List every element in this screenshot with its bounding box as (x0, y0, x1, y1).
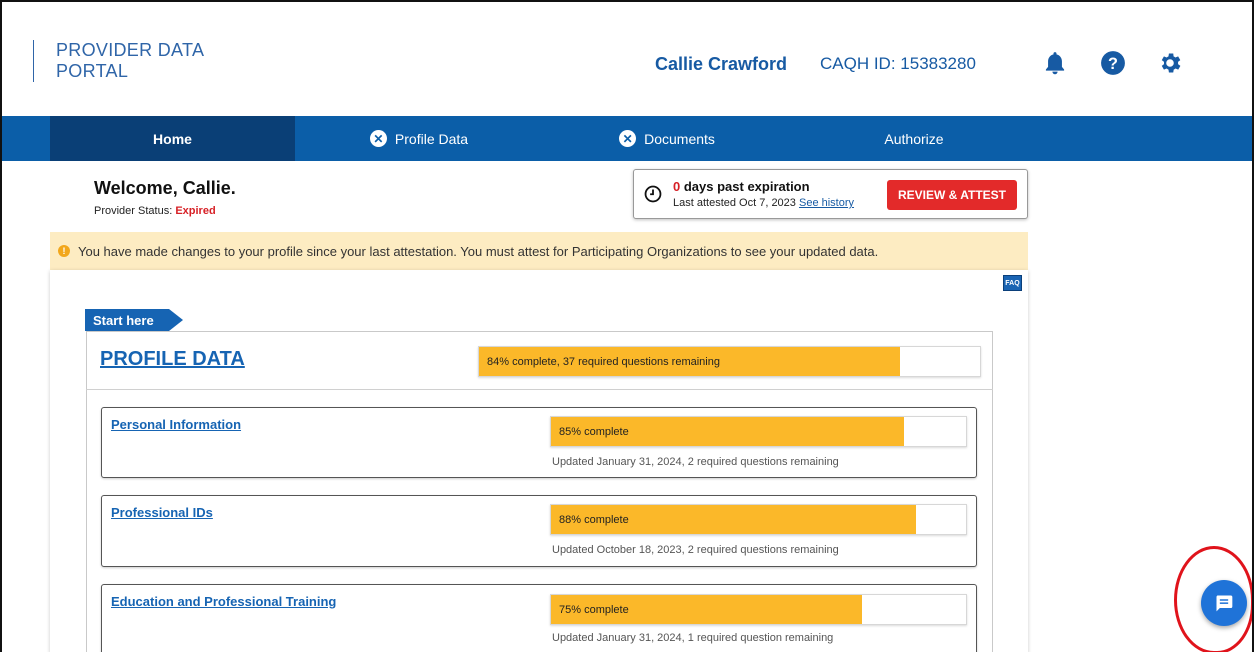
section-personal-information: Personal Information 85% complete Update… (101, 407, 977, 478)
tab-home[interactable]: Home (50, 116, 295, 161)
review-attest-button[interactable]: REVIEW & ATTEST (887, 180, 1017, 210)
section-updated-text: Updated January 31, 2024, 1 required que… (552, 632, 834, 644)
last-attested: Last attested Oct 7, 2023 See history (673, 197, 854, 209)
section-professional-ids: Professional IDs 88% complete Updated Oc… (101, 495, 977, 567)
section-updated-text: Updated October 18, 2023, 2 required que… (552, 544, 839, 556)
expiration-days-text: days past expiration (683, 179, 810, 194)
expiration-days: 0 (673, 179, 681, 194)
status-badge: Expired (175, 205, 216, 217)
profile-data-link[interactable]: PROFILE DATA (100, 348, 245, 371)
tab-profile-data[interactable]: ✕ Profile Data (295, 116, 543, 161)
profile-progress-label: 84% complete, 37 required questions rema… (487, 355, 720, 368)
user-name[interactable]: Callie Crawford (655, 54, 787, 75)
x-circle-icon: ✕ (619, 130, 637, 147)
expiration-box: 0 days past expiration Last attested Oct… (633, 169, 1028, 219)
main-nav: Home ✕ Profile Data ✕ Documents Authoriz… (2, 116, 1254, 161)
start-here-tag: Start here (85, 309, 183, 331)
section-updated-text: Updated January 31, 2024, 2 required que… (552, 456, 839, 468)
tab-profile-data-label: Profile Data (394, 130, 469, 147)
profile-progress-bar: 84% complete, 37 required questions rema… (478, 346, 981, 377)
section-progress-bar: 88% complete (550, 504, 967, 535)
warning-icon: ! (58, 245, 70, 257)
section-title-link[interactable]: Education and Professional Training (111, 594, 336, 609)
svg-text:?: ? (1108, 55, 1118, 73)
profile-divider (86, 389, 993, 390)
section-progress-bar: 75% complete (550, 594, 967, 625)
welcome-heading: Welcome, Callie. (94, 178, 236, 198)
last-attested-text: Last attested Oct 7, 2023 (673, 197, 796, 209)
section-progress-bar: 85% complete (550, 416, 967, 447)
section-progress-label: 88% complete (559, 513, 629, 526)
portal-logo[interactable]: PROVIDER DATA PORTAL (33, 40, 204, 82)
section-progress-label: 85% complete (559, 425, 629, 438)
logo-line-1: PROVIDER DATA (56, 40, 205, 60)
alert-text: You have made changes to your profile si… (78, 243, 879, 259)
caqh-id: CAQH ID: 15383280 (820, 54, 976, 73)
nav-spacer (2, 116, 50, 161)
section-education-training: Education and Professional Training 75% … (101, 584, 977, 652)
expiration-title: 0 days past expiration (673, 179, 810, 194)
clock-icon (644, 185, 662, 203)
gear-icon[interactable] (1157, 50, 1183, 76)
chat-button[interactable] (1201, 580, 1247, 626)
attestation-alert: ! You have made changes to your profile … (50, 232, 1028, 270)
section-title-link[interactable]: Professional IDs (111, 505, 213, 520)
tab-documents-label: Documents (644, 130, 715, 147)
faq-icon[interactable]: FAQ (1003, 275, 1022, 291)
start-here-label: Start here (93, 313, 154, 328)
help-icon[interactable]: ? (1100, 50, 1126, 76)
section-title-link[interactable]: Personal Information (111, 417, 241, 432)
logo-line-2: PORTAL (56, 61, 129, 81)
faq-label: FAQ (1005, 279, 1020, 287)
tab-home-label: Home (153, 130, 192, 147)
tab-authorize[interactable]: Authorize (791, 116, 1037, 161)
provider-status: Provider Status: Expired (94, 205, 216, 217)
x-circle-icon: ✕ (369, 130, 387, 147)
page-frame: PROVIDER DATA PORTAL Callie Crawford CAQ… (0, 0, 1254, 652)
tab-documents[interactable]: ✕ Documents (543, 116, 791, 161)
see-history-link[interactable]: See history (799, 197, 854, 209)
chat-icon (1216, 595, 1233, 612)
section-progress-label: 75% complete (559, 603, 629, 616)
bell-icon[interactable] (1042, 50, 1068, 76)
tab-authorize-label: Authorize (884, 130, 944, 147)
provider-status-label: Provider Status: (94, 205, 173, 217)
